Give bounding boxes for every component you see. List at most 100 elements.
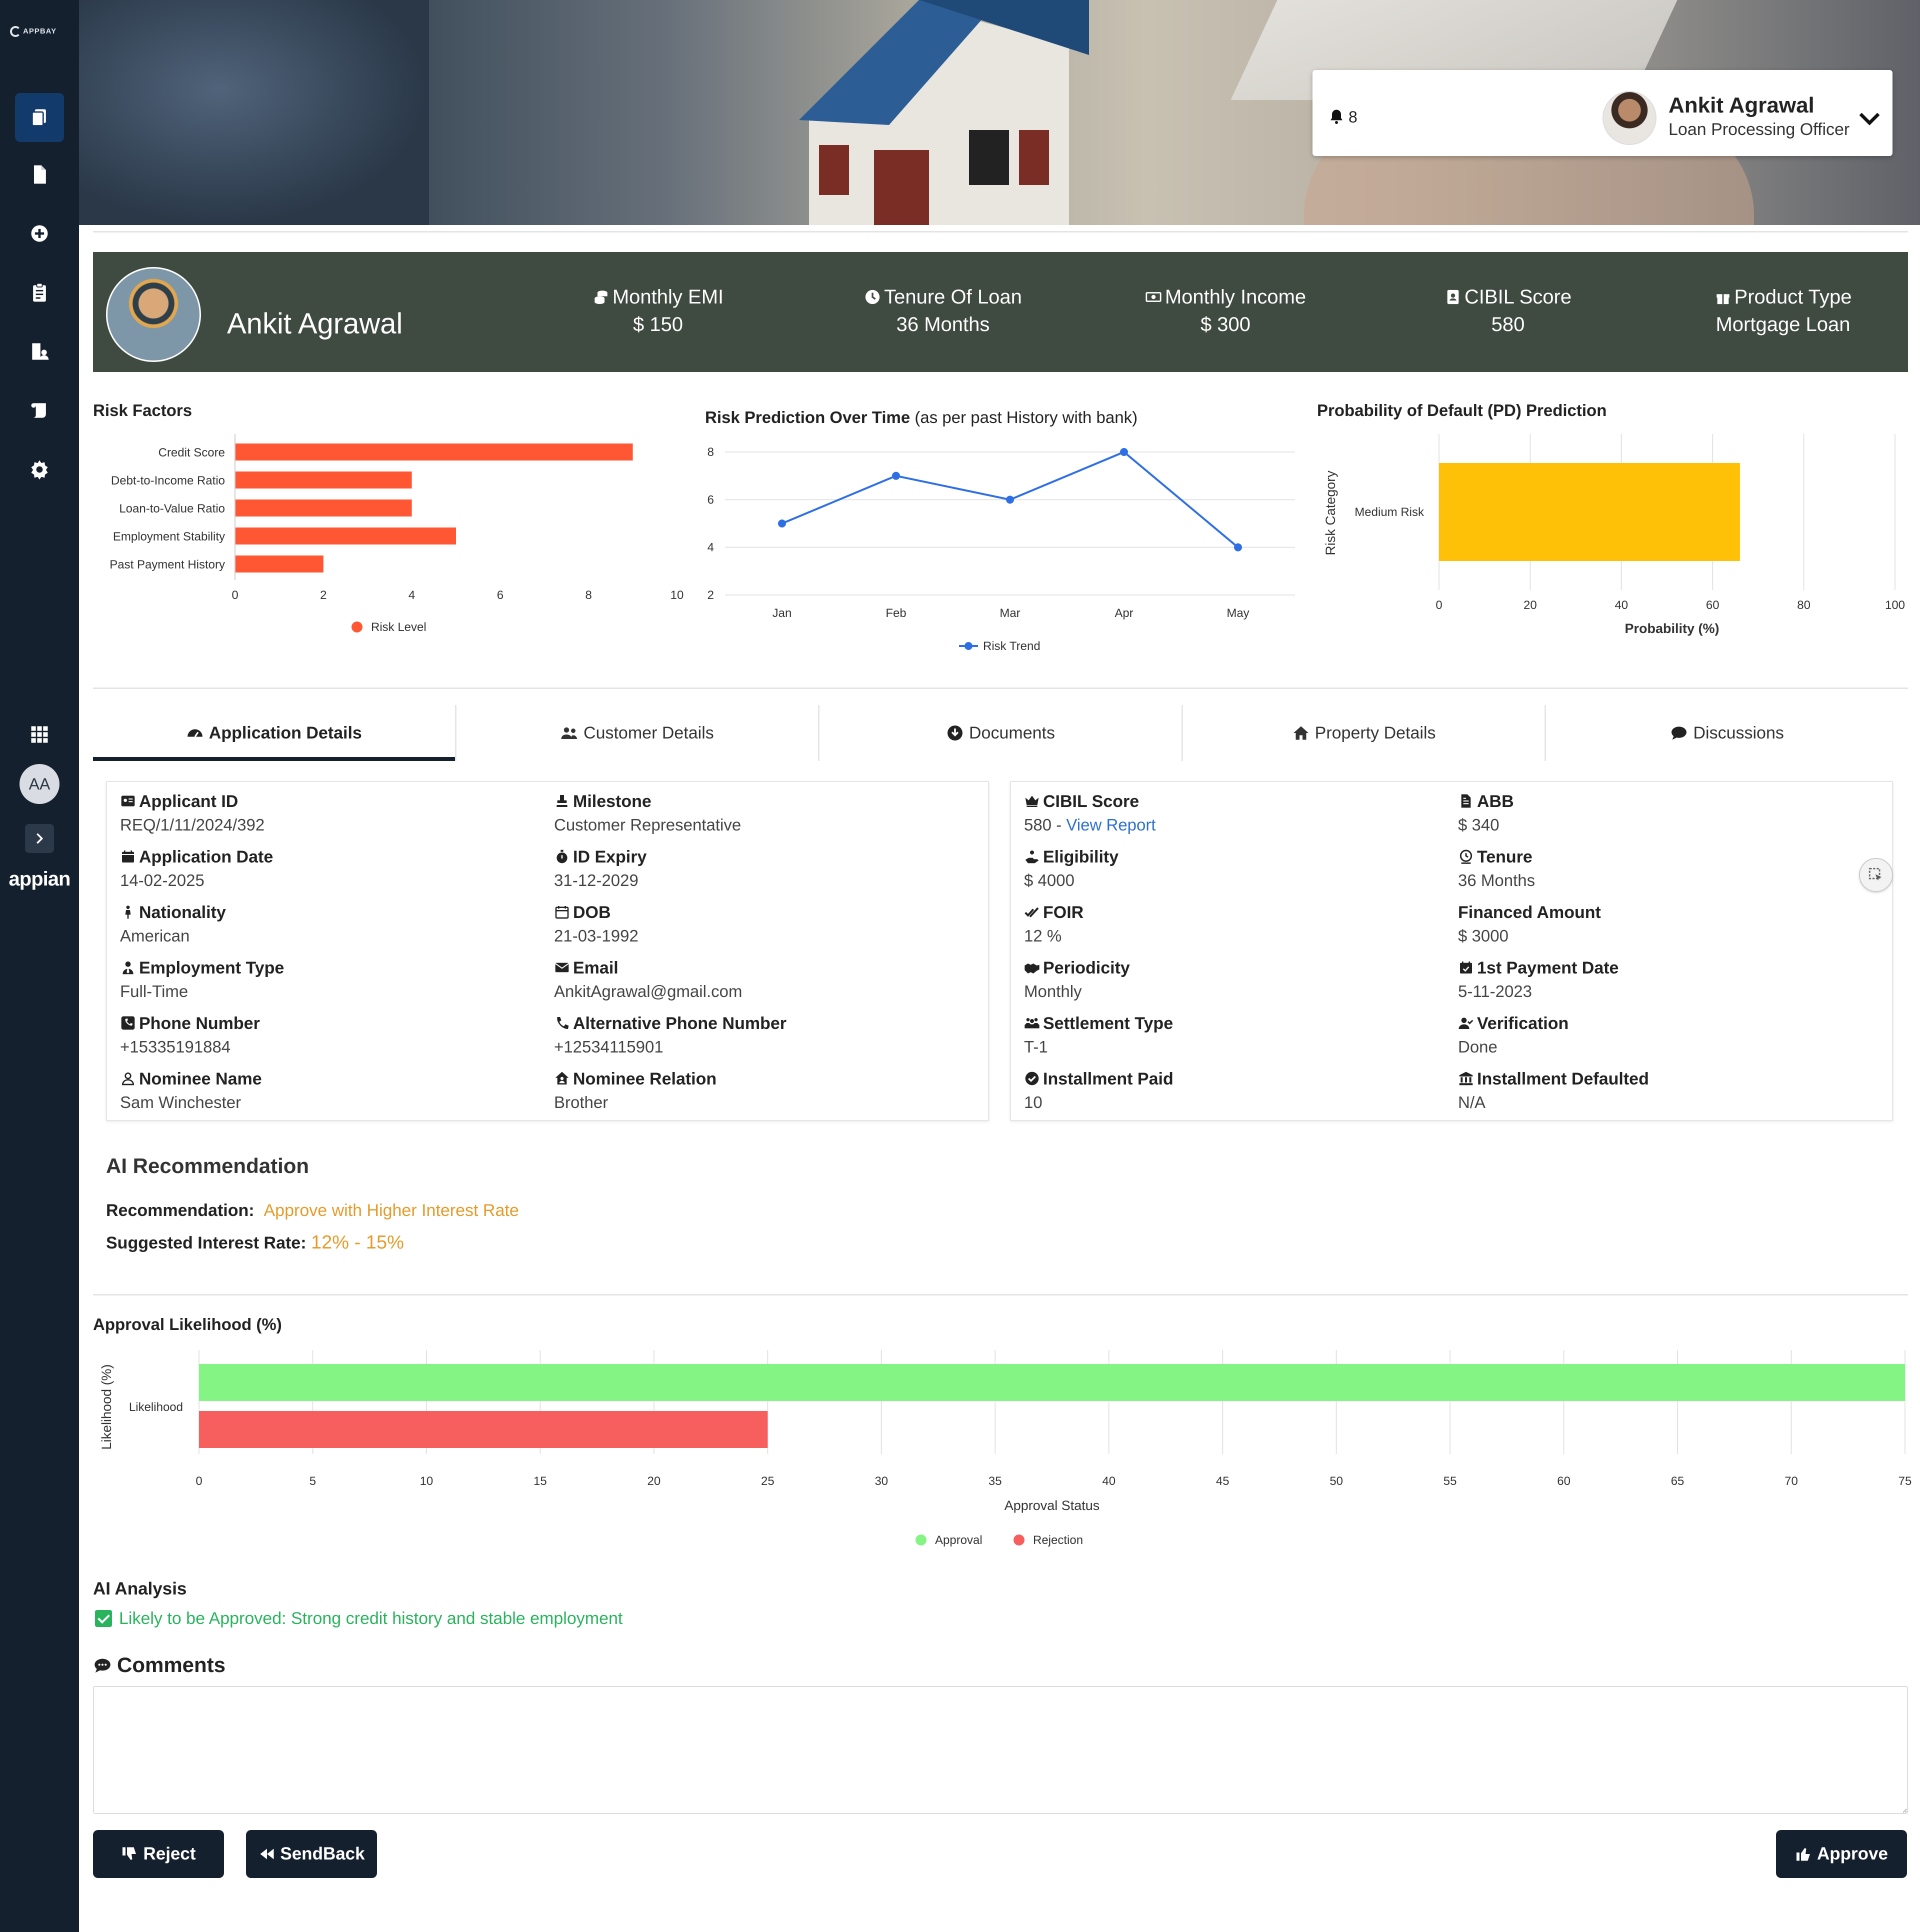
sidebar-item-documents[interactable] — [15, 150, 64, 199]
stat-monthly-income: Monthly Income $ 300 — [1126, 286, 1326, 336]
x-tick-label: 20 — [1524, 598, 1537, 612]
data-point — [778, 520, 786, 528]
id-card-icon — [1447, 290, 1459, 304]
people-group-icon — [1024, 1018, 1040, 1028]
sidebar-item-tasks[interactable] — [15, 268, 64, 317]
stat-cibil: CIBIL Score 580 — [1408, 286, 1608, 336]
tab-label: Property Details — [1314, 723, 1436, 742]
field-value-text: AnkitAgrawal@gmail.com — [554, 982, 742, 1000]
download-circle-icon — [948, 726, 962, 740]
field-value: Sam Winchester — [120, 1093, 550, 1112]
field-value-text: +12534115901 — [554, 1038, 664, 1056]
detail-field: Milestone Customer Representative — [554, 792, 984, 834]
user-profile-card[interactable]: 8 Ankit Agrawal Loan Processing Officer — [1312, 70, 1892, 156]
sidebar-item-records[interactable] — [15, 386, 64, 435]
app-launcher-button[interactable] — [15, 710, 64, 759]
applicant-name: Ankit Agrawal — [227, 308, 403, 340]
x-tick-label: 40 — [1614, 598, 1628, 612]
file-icon — [34, 165, 46, 184]
category-label: Credit Score — [158, 446, 225, 460]
comments-textarea[interactable] — [93, 1686, 1908, 1814]
detail-field: Email AnkitAgrawal@gmail.com — [554, 958, 984, 1001]
circle-check-icon — [1025, 1072, 1039, 1086]
risk-factors-chart: Credit Score Debt-to-Income Ratio Loan-to-… — [110, 434, 684, 634]
y-axis-label: Risk Category — [1323, 470, 1338, 556]
select-element-button[interactable] — [1859, 858, 1893, 892]
legend-marker — [352, 622, 362, 632]
hand-holding-icon — [1025, 850, 1039, 864]
field-label: Milestone — [554, 792, 984, 812]
field-value-text: Full-Time — [120, 982, 188, 1000]
field-label: Nominee Relation — [554, 1070, 984, 1089]
thumbs-down-icon — [122, 1847, 136, 1860]
bell-icon[interactable] — [1328, 108, 1346, 126]
sidebar-item-settings[interactable] — [15, 445, 64, 494]
user-avatar[interactable]: AA — [20, 764, 60, 804]
field-value-text: +15335191884 — [120, 1038, 231, 1056]
sidebar-item-reports[interactable] — [15, 327, 64, 376]
field-value: T-1 — [1024, 1038, 1454, 1056]
y-tick-label: 6 — [708, 493, 714, 506]
field-label-text: Nominee Relation — [573, 1070, 717, 1088]
sidebar-item-create[interactable] — [15, 209, 64, 258]
x-tick-label: Mar — [1000, 606, 1020, 620]
sendback-label: SendBack — [280, 1844, 365, 1864]
company-logo[interactable]: APPBAY — [10, 26, 65, 41]
tab-discussions[interactable]: Discussions — [1546, 705, 1908, 761]
home-icon — [1293, 726, 1308, 740]
x-tick-label: 65 — [1671, 1474, 1684, 1488]
tab-application-details[interactable]: Application Details — [93, 705, 456, 761]
approve-button[interactable]: Approve — [1776, 1830, 1907, 1878]
detail-field: Nationality American — [120, 903, 550, 946]
field-value: $ 3000 — [1458, 926, 1888, 946]
field-label-text: 1st Payment Date — [1477, 958, 1619, 978]
x-tick-label: Jan — [772, 606, 792, 620]
detail-field: DOB 21-03-1992 — [554, 903, 984, 946]
detail-field: Tenure 36 Months — [1458, 848, 1888, 890]
detail-field: Applicant ID REQ/1/11/2024/392 — [120, 792, 550, 834]
field-value-text: $ 340 — [1458, 816, 1500, 834]
reject-label: Reject — [143, 1844, 196, 1864]
x-tick-label: May — [1226, 606, 1249, 620]
field-label-text: Tenure — [1477, 848, 1532, 866]
ai-analysis-result: Likely to be Approved: Strong credit his… — [95, 1609, 622, 1628]
x-axis-label: Probability (%) — [1624, 621, 1719, 636]
x-tick-label: Feb — [886, 606, 906, 620]
chevron-down-icon[interactable] — [1858, 109, 1882, 129]
x-tick-label: 0 — [232, 588, 238, 602]
thumbs-up-icon — [1796, 1848, 1810, 1861]
x-tick-label: 15 — [534, 1474, 547, 1488]
view-report-link[interactable]: View Report — [1066, 816, 1156, 834]
tab-property-details[interactable]: Property Details — [1183, 705, 1546, 761]
file-invoice-icon — [1461, 794, 1471, 808]
divider — [93, 688, 1908, 689]
sendback-button[interactable]: SendBack — [246, 1830, 377, 1878]
loan-details-card: CIBIL Score 580 - View Report ABB $ 340 Elig… — [1010, 781, 1893, 1121]
envelope-icon — [555, 962, 569, 972]
category-label: Debt-to-Income Ratio — [111, 474, 225, 488]
field-label: Nominee Name — [120, 1070, 550, 1089]
stat-monthly-emi: Monthly EMI $ 150 — [558, 286, 758, 336]
ai-recommendation-title: AI Recommendation — [106, 1154, 310, 1178]
detail-field: Installment Paid 10 — [1024, 1070, 1454, 1112]
expand-sidebar-button[interactable] — [25, 824, 54, 853]
field-label-text: Periodicity — [1043, 958, 1130, 978]
tab-documents[interactable]: Documents — [820, 705, 1183, 761]
x-tick-label: 60 — [1706, 598, 1720, 612]
reject-button[interactable]: Reject — [93, 1830, 224, 1878]
field-label-text: DOB — [573, 903, 611, 922]
crown-icon — [1025, 796, 1039, 807]
field-value-text: 21-03-1992 — [554, 926, 638, 945]
category-label: Likelihood — [129, 1400, 183, 1414]
field-label: Alternative Phone Number — [554, 1014, 984, 1034]
pd-bar — [1439, 463, 1740, 561]
recommendation-row: Recommendation: Approve with Higher Inte… — [106, 1201, 519, 1220]
field-label-text: Eligibility — [1043, 848, 1119, 866]
copy-documents-icon — [31, 109, 46, 126]
risk-prediction-chart: 2 4 6 8 Jan Feb Mar Apr May Risk Trend — [708, 446, 1295, 653]
tab-customer-details[interactable]: Customer Details — [456, 705, 820, 761]
cursor-select-icon — [1868, 868, 1882, 881]
sidebar-item-applications[interactable] — [15, 93, 64, 142]
comment-icon — [1672, 726, 1687, 740]
field-value-text: T-1 — [1024, 1038, 1048, 1056]
